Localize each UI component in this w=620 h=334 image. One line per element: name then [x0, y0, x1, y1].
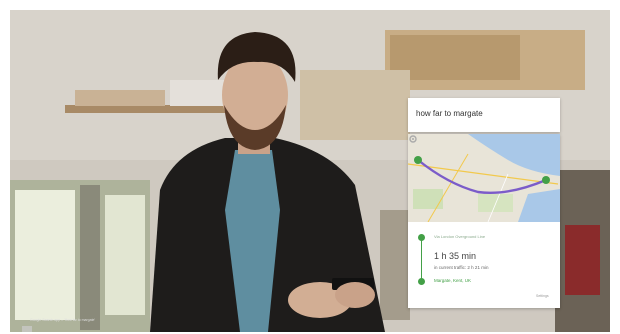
- route-via-text: Via London Overground Line: [434, 234, 486, 239]
- gear-icon[interactable]: [408, 134, 418, 144]
- screenshot-frame: how far to margate Via London Overground…: [0, 0, 620, 334]
- destination-link[interactable]: Margate, Kent, UK: [434, 278, 471, 283]
- traffic-duration: in current traffic: 2 h 21 min: [434, 265, 489, 270]
- video-caption: Google Search app – 'How far to margate': [30, 318, 96, 322]
- route-map[interactable]: [408, 134, 560, 222]
- background-scene: how far to margate Via London Overground…: [10, 10, 610, 332]
- route-timeline: [421, 238, 422, 282]
- travel-duration: 1 h 35 min: [434, 251, 477, 261]
- search-query-card[interactable]: how far to margate: [408, 98, 560, 132]
- directions-card[interactable]: Via London Overground Line 1 h 35 min in…: [408, 134, 560, 308]
- settings-label: Settings: [536, 294, 549, 298]
- origin-marker-icon: [418, 234, 425, 241]
- map-illustration: [408, 134, 560, 222]
- video-badge: [22, 326, 32, 332]
- search-query-text: how far to margate: [416, 109, 483, 118]
- destination-marker-icon: [418, 278, 425, 285]
